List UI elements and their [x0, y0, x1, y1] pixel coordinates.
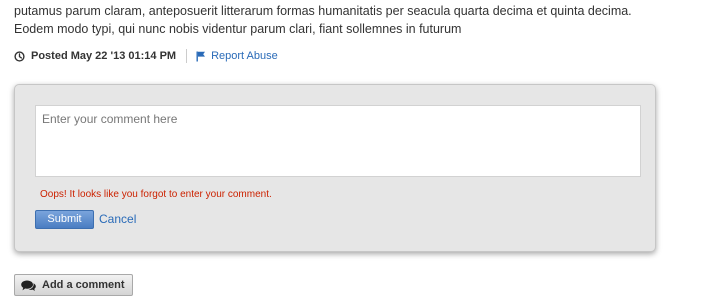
- posted-date: Posted May 22 '13 01:14 PM: [31, 50, 177, 62]
- clock-icon: [14, 50, 25, 62]
- post-body: putamus parum claram, anteposuerit litte…: [14, 2, 714, 38]
- flag-icon: [196, 51, 206, 62]
- add-comment-button[interactable]: Add a comment: [14, 274, 133, 296]
- post-body-line-1: putamus parum claram, anteposuerit litte…: [14, 4, 632, 18]
- cancel-link[interactable]: Cancel: [99, 212, 136, 226]
- comment-error-message: Oops! It looks like you forgot to enter …: [40, 189, 272, 200]
- report-abuse-link[interactable]: Report Abuse: [211, 50, 278, 62]
- comment-form: Oops! It looks like you forgot to enter …: [14, 84, 656, 252]
- add-comment-label: Add a comment: [42, 279, 125, 291]
- comment-input[interactable]: [35, 105, 641, 177]
- speech-bubbles-icon: [21, 279, 36, 292]
- submit-button[interactable]: Submit: [35, 210, 94, 229]
- post-body-line-2: Eodem modo typi, qui nunc nobis videntur…: [14, 22, 462, 36]
- post-meta: Posted May 22 '13 01:14 PM Report Abuse: [14, 48, 278, 64]
- meta-divider: [186, 49, 188, 63]
